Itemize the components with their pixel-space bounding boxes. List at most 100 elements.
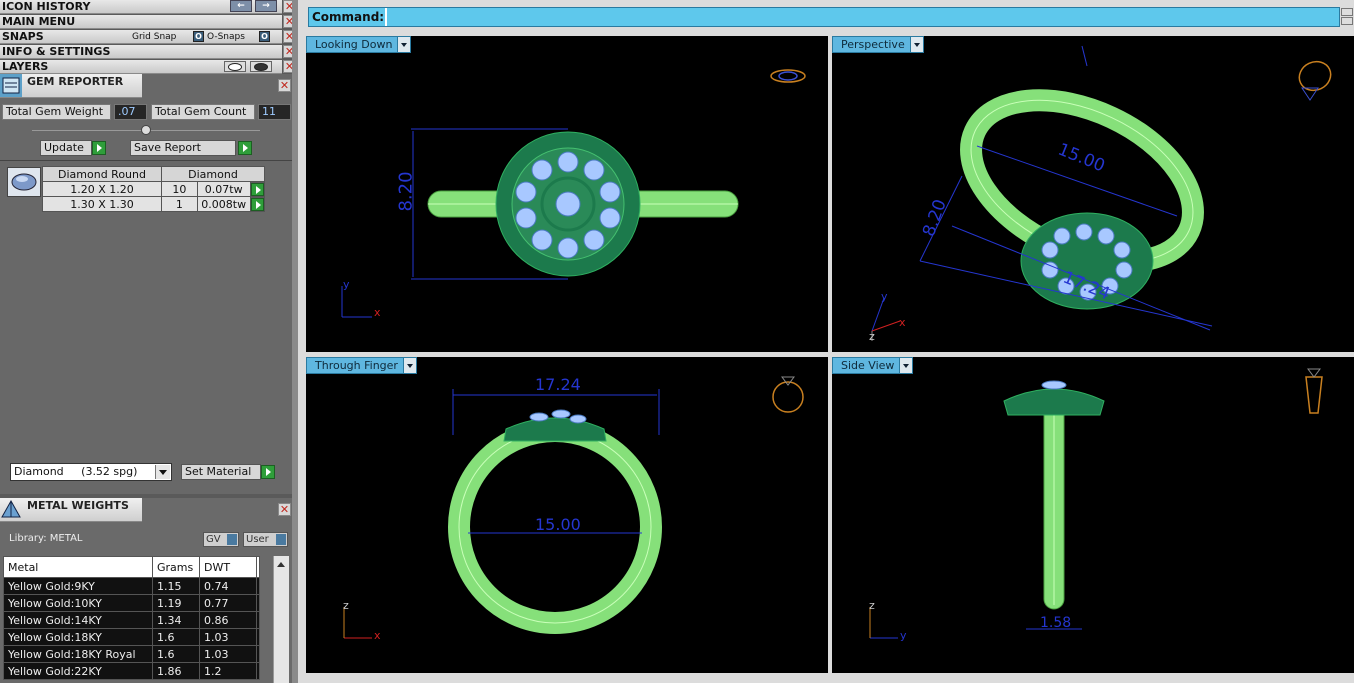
gem-qty-cell: 10 xyxy=(161,181,198,197)
gem-table: Diamond Round Diamond 1.20 X 1.20 10 0.0… xyxy=(42,166,266,212)
grams-cell: 1.6 xyxy=(152,645,200,663)
metal-weights-icon xyxy=(0,498,22,521)
save-report-go-icon[interactable] xyxy=(238,141,252,155)
user-label: User xyxy=(246,534,269,545)
dwt-cell: 1.03 xyxy=(199,645,257,663)
command-scroll-down-icon[interactable] xyxy=(1341,17,1353,25)
ring-perspective-view xyxy=(871,45,1332,341)
dwt-cell: 1.2 xyxy=(199,662,257,680)
metal-header[interactable]: Metal xyxy=(3,556,153,578)
grams-cell: 1.19 xyxy=(152,594,200,612)
chevron-down-icon[interactable] xyxy=(155,465,170,479)
dimension-band-width: 1.58 xyxy=(1040,615,1072,631)
axis-x-label: x xyxy=(899,316,906,329)
diamond-round-icon[interactable] xyxy=(7,167,41,197)
gem-reporter-icon xyxy=(0,74,22,97)
gv-label: GV xyxy=(206,534,221,545)
grams-cell: 1.6 xyxy=(152,628,200,646)
metal-table-scrollbar[interactable] xyxy=(273,556,289,683)
layers-header[interactable]: LAYERS xyxy=(0,60,282,74)
gem-row-go-icon[interactable] xyxy=(249,196,266,212)
gem-tw-cell: 0.008tw xyxy=(196,196,251,212)
table-row[interactable]: Yellow Gold:14KY 1.34 0.86 xyxy=(3,611,260,629)
total-gem-count-value: 11 xyxy=(258,104,291,120)
metal-name-cell: Yellow Gold:10KY xyxy=(3,594,153,612)
command-input[interactable] xyxy=(389,9,1338,27)
dwt-cell: 0.86 xyxy=(199,611,257,629)
set-material-go-icon[interactable] xyxy=(261,465,275,479)
ring-side-view xyxy=(869,368,1323,639)
table-row[interactable]: 1.20 X 1.20 10 0.07tw xyxy=(42,181,266,197)
user-toggle[interactable]: User xyxy=(243,532,288,547)
metal-name-cell: Yellow Gold:18KY Royal xyxy=(3,645,153,663)
axis-z-label: z xyxy=(869,330,875,343)
grams-cell: 1.86 xyxy=(152,662,200,680)
set-material-button[interactable]: Set Material xyxy=(181,464,261,480)
left-panel: ICON HISTORY ← → ✕ MAIN MENU ✕ SNAPS Gri… xyxy=(0,0,298,683)
info-settings-header[interactable]: INFO & SETTINGS xyxy=(0,45,282,59)
material-select-value: Diamond (3.52 spg) xyxy=(14,465,138,478)
metal-name-cell: Yellow Gold:18KY xyxy=(3,628,153,646)
total-gem-weight-label: Total Gem Weight xyxy=(2,104,111,120)
axis-y-label: y xyxy=(343,278,350,291)
forward-arrow-icon[interactable]: → xyxy=(255,0,277,12)
table-row[interactable]: Yellow Gold:18KY 1.6 1.03 xyxy=(3,628,260,646)
dwt-header[interactable]: DWT xyxy=(199,556,257,578)
axis-y-label: y xyxy=(881,290,888,303)
viewport-perspective[interactable]: Perspective 15.00 8.20 17.24 y x z xyxy=(832,36,1354,352)
close-gem-reporter-button[interactable]: ✕ xyxy=(278,79,291,92)
command-scroll-up-icon[interactable] xyxy=(1341,8,1353,16)
grid-snap-label: Grid Snap xyxy=(132,32,177,42)
gem-material-header: Diamond xyxy=(161,166,265,182)
dimension-inner-diameter: 15.00 xyxy=(535,515,581,534)
table-row[interactable]: 1.30 X 1.30 1 0.008tw xyxy=(42,196,266,212)
main-menu-title: MAIN MENU xyxy=(2,15,76,28)
save-report-button[interactable]: Save Report xyxy=(130,140,236,156)
gem-reporter-titlebar: GEM REPORTER xyxy=(0,74,142,98)
o-snaps-toggle[interactable]: O xyxy=(259,31,270,42)
divider xyxy=(0,160,292,161)
grams-header[interactable]: Grams xyxy=(152,556,200,578)
axis-x-label: x xyxy=(374,306,381,319)
icon-history-header[interactable]: ICON HISTORY ← → xyxy=(0,0,282,14)
icon-history-title: ICON HISTORY xyxy=(2,0,91,13)
layers-title: LAYERS xyxy=(2,60,49,73)
snaps-header[interactable]: SNAPS Grid Snap O O-Snaps O xyxy=(0,30,282,44)
total-gem-weight-value: .07 xyxy=(114,104,147,120)
gem-row-go-icon[interactable] xyxy=(249,181,266,197)
collapse-handle[interactable] xyxy=(141,125,151,135)
axis-z-label: z xyxy=(869,599,875,612)
info-settings-title: INFO & SETTINGS xyxy=(2,45,111,58)
dimension-height: 8.20 xyxy=(395,171,417,212)
metal-name-cell: Yellow Gold:9KY xyxy=(3,577,153,595)
command-bar: Command: xyxy=(308,7,1340,27)
layer-visibility-icon[interactable] xyxy=(224,61,246,72)
viewport-looking-down[interactable]: Looking Down 8.20 y x xyxy=(306,36,828,352)
library-label: Library: METAL xyxy=(9,533,83,544)
metal-table: Metal Grams DWT Yellow Gold:9KY 1.15 0.74 … xyxy=(3,556,260,680)
gem-qty-cell: 1 xyxy=(161,196,198,212)
main-menu-header[interactable]: MAIN MENU xyxy=(0,15,282,29)
viewport-side-view[interactable]: Side View 1.58 z y xyxy=(832,357,1354,673)
grid-snap-toggle[interactable]: O xyxy=(193,31,204,42)
ring-top-view xyxy=(341,69,806,318)
viewport-through-finger[interactable]: Through Finger 17.24 15.00 z x xyxy=(306,357,828,673)
back-arrow-icon[interactable]: ← xyxy=(230,0,252,12)
gem-shape-header: Diamond Round xyxy=(42,166,162,182)
gv-toggle[interactable]: GV xyxy=(203,532,239,547)
table-row[interactable]: Yellow Gold:10KY 1.19 0.77 xyxy=(3,594,260,612)
table-row[interactable]: Yellow Gold:9KY 1.15 0.74 xyxy=(3,577,260,595)
table-row[interactable]: Yellow Gold:18KY Royal 1.6 1.03 xyxy=(3,645,260,663)
scroll-up-icon[interactable] xyxy=(277,562,285,567)
close-metal-weights-button[interactable]: ✕ xyxy=(278,503,291,516)
axis-x-label: x xyxy=(374,629,381,642)
grams-cell: 1.15 xyxy=(152,577,200,595)
material-select[interactable]: Diamond (3.52 spg) xyxy=(10,463,172,481)
dimension-outer-diameter: 17.24 xyxy=(535,375,581,394)
eye-icon[interactable] xyxy=(250,61,272,72)
axis-y-label: y xyxy=(900,629,907,642)
snaps-title: SNAPS xyxy=(2,30,44,43)
table-row[interactable]: Yellow Gold:22KY 1.86 1.2 xyxy=(3,662,260,680)
update-go-icon[interactable] xyxy=(92,141,106,155)
update-button[interactable]: Update xyxy=(40,140,92,156)
